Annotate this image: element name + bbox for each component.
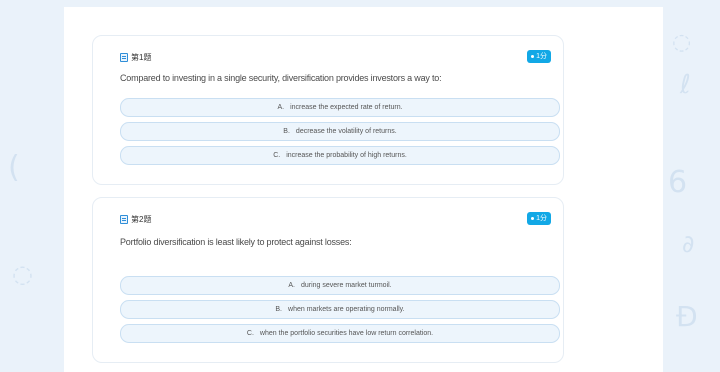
background-doodle: ℓ: [680, 70, 691, 100]
option-text: when the portfolio securities have low r…: [259, 330, 434, 337]
dot-icon: [531, 217, 535, 220]
question-header: 第1题: [120, 52, 151, 63]
background-doodle: 6: [668, 165, 688, 200]
question-number: 第1题: [131, 53, 152, 62]
score-badge-label: 1分: [536, 215, 547, 222]
answer-option-c[interactable]: C. increase the probability of high retur…: [120, 146, 560, 165]
background-doodle: ◌: [672, 30, 692, 55]
option-letter: C.: [246, 330, 254, 337]
option-letter: A.: [288, 282, 295, 289]
option-text: decrease the volatility of returns.: [295, 128, 397, 135]
option-text: increase the expected rate of return.: [290, 104, 403, 111]
background-doodle: ◌: [12, 260, 33, 288]
answer-option-a[interactable]: A. during severe market turmoil.: [120, 276, 560, 295]
option-letter: B.: [283, 128, 290, 135]
question-text: Portfolio diversification is least likel…: [120, 237, 352, 247]
score-badge: 1分: [527, 50, 551, 63]
option-text: when markets are operating normally.: [288, 306, 405, 313]
answer-option-a[interactable]: A. increase the expected rate of return.: [120, 98, 560, 117]
background-doodle: ∂: [682, 230, 695, 258]
background-doodle: Ð: [676, 300, 698, 333]
dot-icon: [531, 55, 535, 58]
question-card: 第1题 1分 Compared to investing in a single…: [92, 35, 564, 185]
background-doodle: (: [8, 150, 20, 185]
score-badge: 1分: [527, 212, 551, 225]
question-text: Compared to investing in a single securi…: [120, 73, 442, 83]
score-badge-label: 1分: [536, 53, 547, 60]
answer-option-b[interactable]: B. decrease the volatility of returns.: [120, 122, 560, 141]
question-card: 第2题 1分 Portfolio diversification is leas…: [92, 197, 564, 363]
question-header: 第2题: [120, 214, 151, 225]
question-icon: [120, 215, 128, 224]
answer-option-b[interactable]: B. when markets are operating normally.: [120, 300, 560, 319]
quiz-panel: 第1题 1分 Compared to investing in a single…: [64, 7, 663, 372]
option-text: during severe market turmoil.: [300, 282, 392, 289]
option-letter: C.: [273, 152, 281, 159]
option-letter: A.: [277, 104, 285, 111]
question-icon: [120, 53, 128, 62]
answer-option-c[interactable]: C. when the portfolio securities have low…: [120, 324, 560, 343]
option-text: increase the probability of high returns…: [286, 152, 407, 159]
option-letter: B.: [275, 306, 283, 313]
question-number: 第2题: [131, 215, 152, 224]
